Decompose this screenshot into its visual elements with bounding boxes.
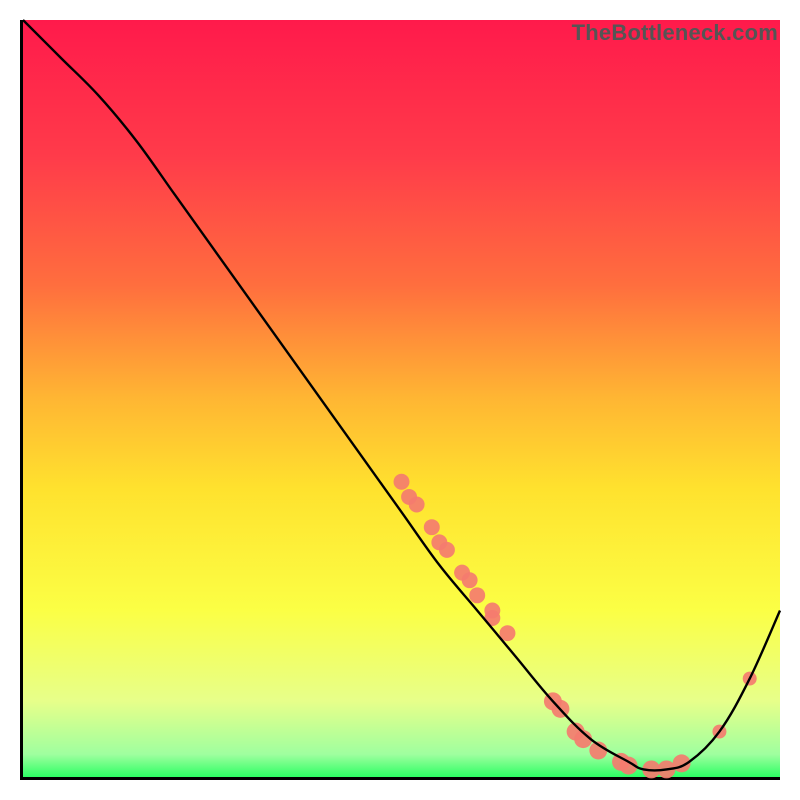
chart-svg	[23, 20, 780, 777]
data-point	[462, 572, 478, 588]
data-point	[409, 497, 425, 513]
gradient-background	[23, 20, 780, 777]
data-point	[439, 542, 455, 558]
data-point	[469, 587, 485, 603]
data-point	[394, 474, 410, 490]
plot-area: TheBottleneck.com	[20, 20, 780, 780]
watermark-text: TheBottleneck.com	[572, 20, 778, 46]
data-point	[424, 519, 440, 535]
chart-container: TheBottleneck.com	[0, 0, 800, 800]
